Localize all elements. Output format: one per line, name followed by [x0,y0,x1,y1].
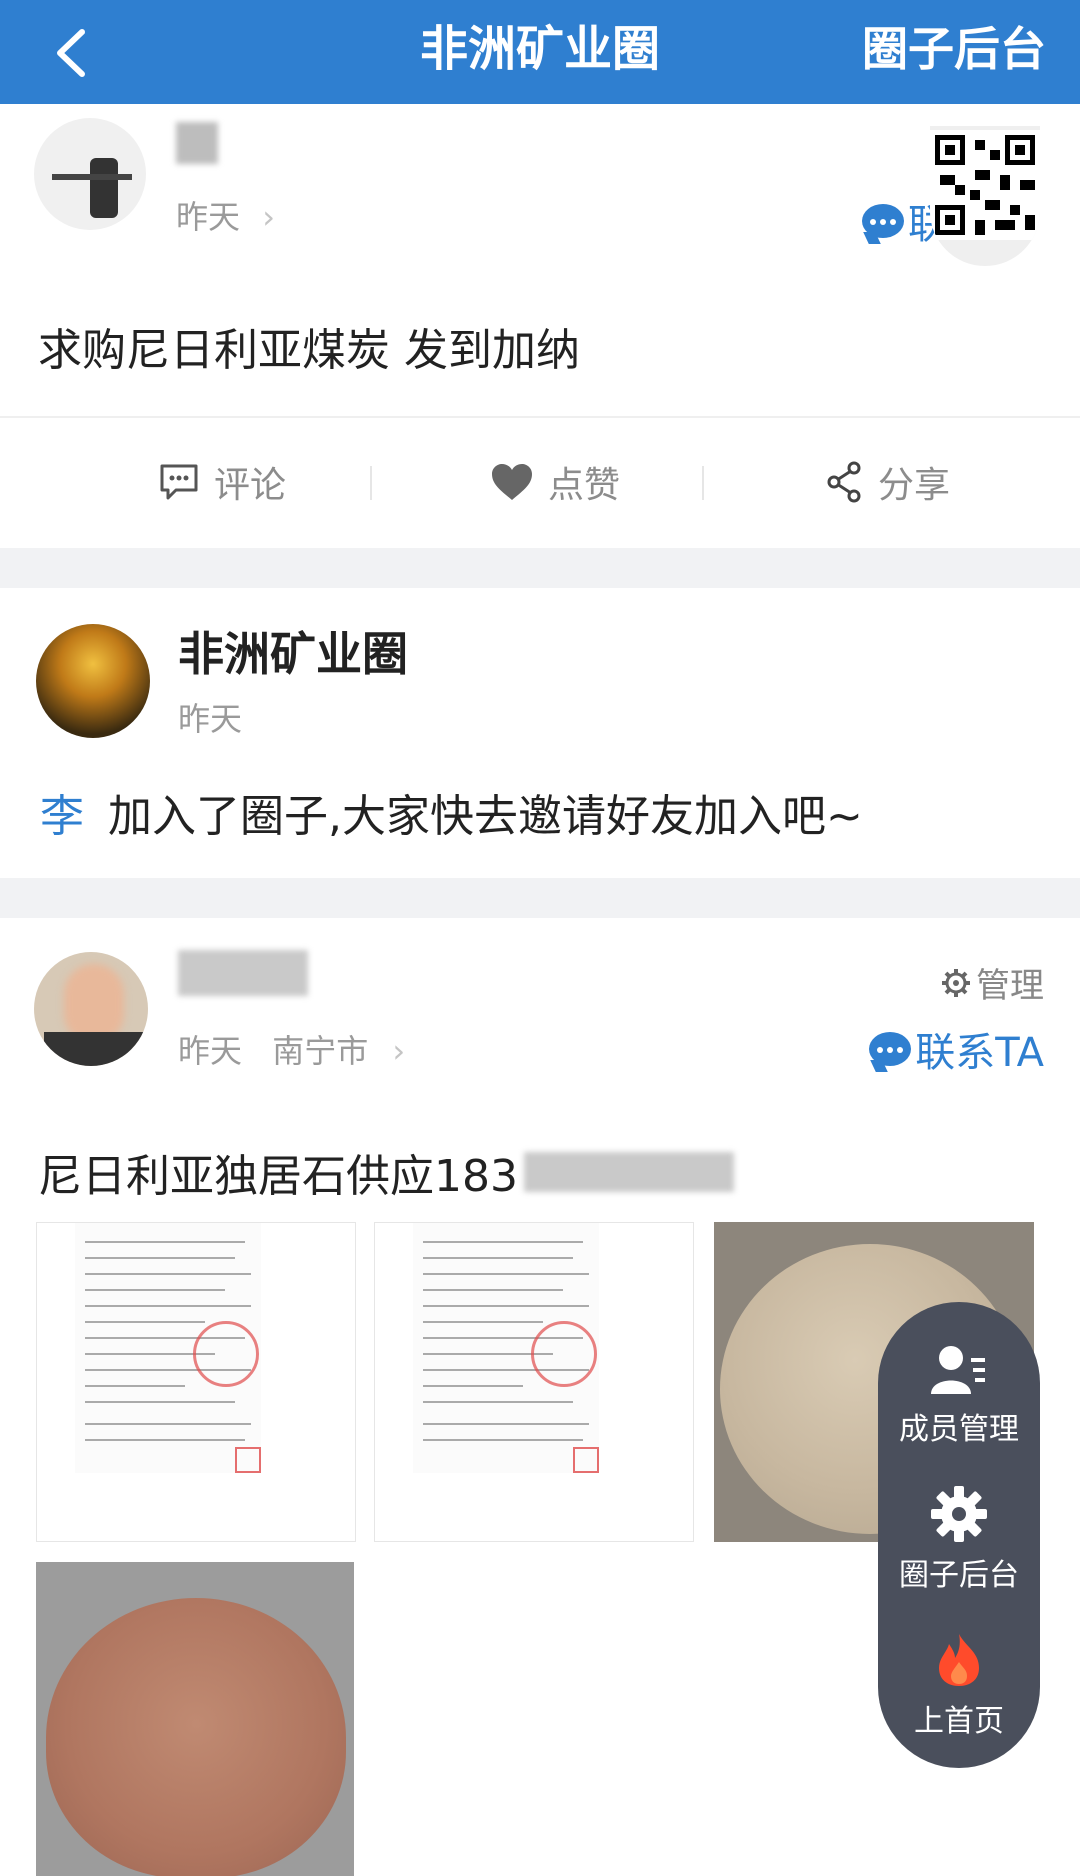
circle-avatar[interactable] [36,624,150,738]
location-text: 南宁市 [272,1032,369,1070]
circle-backend-link[interactable]: 圈子后台 [862,14,1046,84]
section-gap [0,548,1080,588]
member-name-link[interactable]: 李 [40,791,84,842]
avatar[interactable] [34,952,148,1066]
username-redacted [178,950,308,996]
members-icon [931,1346,985,1394]
top-home-label: 上首页 [914,1704,1004,1739]
gear-icon [942,968,970,997]
share-button[interactable]: 分享 [824,456,950,508]
gear-icon [931,1486,987,1542]
manage-button[interactable]: 管理 [940,958,1044,1007]
contact-label: 联系TA [915,1030,1044,1076]
chevron-right-icon: › [262,198,275,236]
qr-code-icon [930,130,1040,240]
like-button[interactable]: 点赞 [490,456,620,508]
comment-label: 评论 [214,465,287,506]
comment-button[interactable]: 评论 [158,456,286,508]
contact-button[interactable]: 联系TA [869,1020,1044,1078]
chat-icon [869,1032,912,1066]
post-time[interactable]: 昨天 › [176,192,275,238]
separator [702,466,704,500]
chevron-left-icon [57,29,85,77]
chat-icon [862,204,904,238]
separator [370,466,372,500]
chevron-right-icon: › [392,1032,406,1070]
comment-icon [160,464,198,500]
share-icon [827,461,861,503]
circle-backend-label: 圈子后台 [899,1558,1019,1593]
qr-code[interactable] [930,126,1040,266]
post-time: 昨天 [178,700,243,738]
circle-name[interactable]: 非洲矿业圈 [178,618,408,684]
post-text: 尼日利亚独居石供应183 [38,1151,518,1202]
join-text: 加入了圈子,大家快去邀请好友加入吧~ [108,791,863,842]
image-thumbnail[interactable] [374,1222,694,1542]
member-management-button[interactable]: 成员管理 [878,1344,1040,1448]
divider [0,416,1080,418]
join-message: 李 加入了圈子,大家快去邀请好友加入吧~ [40,780,863,844]
time-text: 昨天 [176,198,241,236]
post-content[interactable]: 尼日利亚独居石供应183 [38,1140,734,1204]
circle-backend-button[interactable]: 圈子后台 [878,1486,1040,1594]
member-management-label: 成员管理 [899,1412,1019,1447]
post-meta[interactable]: 昨天 南宁市 › [178,1026,405,1072]
post-content[interactable]: 求购尼日利亚煤炭 发到加纳 [38,314,580,378]
like-label: 点赞 [548,465,621,506]
fire-icon [939,1634,979,1686]
floating-menu: 成员管理 圈子后台 上首页 [878,1302,1040,1768]
top-home-button[interactable]: 上首页 [878,1632,1040,1740]
section-gap [0,878,1080,918]
share-label: 分享 [878,465,951,506]
time-text: 昨天 [178,1032,243,1070]
phone-redacted [523,1152,734,1192]
back-button[interactable] [40,18,110,88]
username-redacted [176,122,218,164]
heart-icon [492,464,532,500]
manage-label: 管理 [976,966,1044,1006]
image-thumbnail[interactable] [36,1562,354,1876]
avatar[interactable] [34,118,146,230]
image-thumbnail[interactable] [36,1222,356,1542]
